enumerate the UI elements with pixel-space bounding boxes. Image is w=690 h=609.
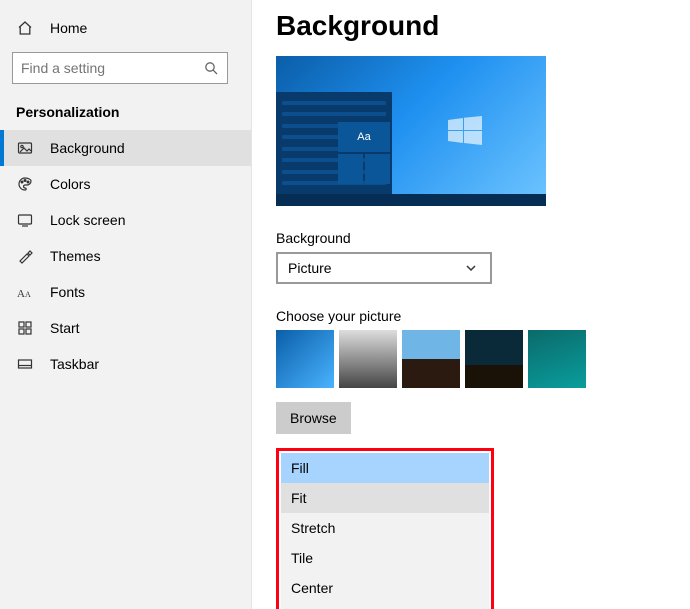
- sidebar-item-lock-screen[interactable]: Lock screen: [0, 202, 251, 238]
- sidebar-item-label: Colors: [50, 176, 90, 192]
- fit-options-popup: Fill Fit Stretch Tile Center Span: [276, 448, 494, 609]
- sidebar-item-taskbar[interactable]: Taskbar: [0, 346, 251, 382]
- themes-icon: [16, 247, 34, 265]
- palette-icon: [16, 175, 34, 193]
- sidebar-home-label: Home: [50, 20, 87, 36]
- start-icon: [16, 319, 34, 337]
- picture-thumbnails: [276, 330, 666, 388]
- fonts-icon: A A: [16, 283, 34, 301]
- desktop-preview: Aa: [276, 56, 546, 206]
- sidebar-item-label: Start: [50, 320, 80, 336]
- picture-thumb-3[interactable]: [465, 330, 523, 388]
- sidebar-item-label: Lock screen: [50, 212, 125, 228]
- page-title: Background: [276, 10, 666, 42]
- sidebar-item-colors[interactable]: Colors: [0, 166, 251, 202]
- picture-thumb-4[interactable]: [528, 330, 586, 388]
- taskbar-icon: [16, 355, 34, 373]
- search-input-field[interactable]: [21, 60, 202, 76]
- sidebar-item-label: Background: [50, 140, 125, 156]
- svg-text:A: A: [17, 288, 25, 299]
- preview-tile-aa: Aa: [338, 122, 390, 152]
- sidebar-item-label: Themes: [50, 248, 101, 264]
- sidebar-item-fonts[interactable]: A A Fonts: [0, 274, 251, 310]
- sidebar-item-start[interactable]: Start: [0, 310, 251, 346]
- svg-text:A: A: [25, 290, 31, 299]
- dropdown-value: Picture: [288, 260, 332, 276]
- active-indicator: [0, 130, 4, 166]
- fit-option-tile[interactable]: Tile: [281, 543, 489, 573]
- fit-option-center[interactable]: Center: [281, 573, 489, 603]
- fit-option-fit[interactable]: Fit: [281, 483, 489, 513]
- picture-icon: [16, 139, 34, 157]
- background-type-dropdown[interactable]: Picture: [276, 252, 492, 284]
- windows-logo-icon: [448, 116, 482, 146]
- sidebar-item-label: Fonts: [50, 284, 85, 300]
- picture-thumb-2[interactable]: [402, 330, 460, 388]
- sidebar-item-themes[interactable]: Themes: [0, 238, 251, 274]
- search-icon: [202, 59, 220, 77]
- picture-thumb-0[interactable]: [276, 330, 334, 388]
- fit-option-span[interactable]: Span: [281, 603, 489, 609]
- sidebar-item-label: Taskbar: [50, 356, 99, 372]
- main-content: Background Aa Background Picture: [252, 0, 690, 609]
- sidebar-item-background[interactable]: Background: [0, 130, 251, 166]
- fit-option-stretch[interactable]: Stretch: [281, 513, 489, 543]
- picture-thumb-1[interactable]: [339, 330, 397, 388]
- browse-button[interactable]: Browse: [276, 402, 351, 434]
- choose-picture-label: Choose your picture: [276, 308, 666, 324]
- sidebar-category: Personalization: [0, 90, 251, 130]
- browse-button-label: Browse: [290, 410, 337, 426]
- chevron-down-icon: [462, 259, 480, 277]
- search-input[interactable]: [12, 52, 228, 84]
- search-wrap: [0, 46, 251, 90]
- background-select-label: Background: [276, 230, 666, 246]
- settings-sidebar: Home Personalization: [0, 0, 252, 609]
- lock-screen-icon: [16, 211, 34, 229]
- home-icon: [16, 19, 34, 37]
- sidebar-item-home[interactable]: Home: [0, 10, 251, 46]
- fit-option-fill[interactable]: Fill: [281, 453, 489, 483]
